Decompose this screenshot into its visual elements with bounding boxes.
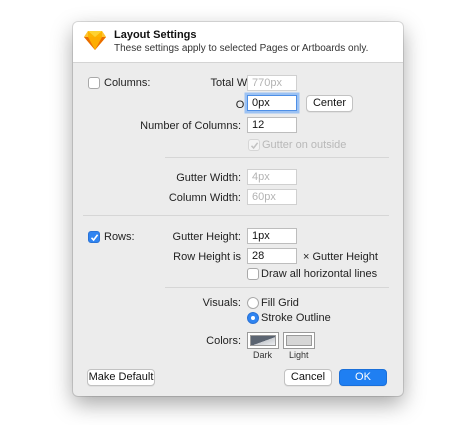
colors-label: Colors: <box>206 335 241 347</box>
rows-checkbox[interactable] <box>88 231 100 243</box>
stroke-outline-label: Stroke Outline <box>261 312 331 324</box>
gutter-height-label: Gutter Height: <box>172 231 241 243</box>
light-color-swatch[interactable] <box>283 332 315 349</box>
section-divider <box>83 215 389 216</box>
column-width-label: Column Width: <box>168 192 241 204</box>
check-icon <box>250 142 259 150</box>
columns-label: Columns: <box>104 77 151 89</box>
columns-checkbox[interactable] <box>88 77 100 89</box>
row-height-field[interactable]: 28 <box>247 248 297 264</box>
column-width-field[interactable]: 60px <box>247 189 297 205</box>
number-of-columns-field[interactable]: 12 <box>247 117 297 133</box>
gutter-height-field[interactable]: 1px <box>247 228 297 244</box>
layout-settings-dialog: Layout Settings These settings apply to … <box>73 22 403 396</box>
section-divider <box>165 157 389 158</box>
dark-color-fill <box>250 335 276 346</box>
dark-color-label: Dark <box>253 350 273 360</box>
fill-grid-label: Fill Grid <box>261 297 299 309</box>
dark-color-swatch[interactable] <box>247 332 279 349</box>
gutter-on-outside-label: Gutter on outside <box>262 139 347 151</box>
section-divider <box>165 287 389 288</box>
gutter-width-field[interactable]: 4px <box>247 169 297 185</box>
light-color-label: Light <box>289 350 309 360</box>
sketch-logo-icon <box>84 30 106 53</box>
ok-button[interactable]: OK <box>339 369 387 386</box>
dialog-title: Layout Settings <box>114 29 197 41</box>
cancel-button[interactable]: Cancel <box>284 369 332 386</box>
stroke-outline-radio[interactable] <box>247 312 259 324</box>
draw-all-lines-label: Draw all horizontal lines <box>261 268 378 280</box>
check-icon <box>90 234 99 242</box>
offset-field[interactable]: 0px <box>247 95 297 111</box>
visuals-label: Visuals: <box>202 297 241 309</box>
center-button[interactable]: Center <box>306 95 353 112</box>
draw-all-lines-checkbox[interactable] <box>247 268 259 280</box>
number-of-columns-label: Number of Columns: <box>140 120 241 132</box>
fill-grid-radio[interactable] <box>247 297 259 309</box>
make-default-button[interactable]: Make Default <box>87 369 155 386</box>
rows-label: Rows: <box>104 231 135 243</box>
total-width-field[interactable]: 770px <box>247 75 297 91</box>
gutter-on-outside-checkbox[interactable] <box>248 139 260 151</box>
row-height-suffix: × Gutter Height <box>303 251 378 263</box>
dialog-subtitle: These settings apply to selected Pages o… <box>114 43 369 54</box>
light-color-fill <box>286 335 312 346</box>
row-height-label: Row Height is <box>173 251 241 263</box>
dialog-header: Layout Settings These settings apply to … <box>73 22 403 63</box>
gutter-width-label: Gutter Width: <box>176 172 241 184</box>
